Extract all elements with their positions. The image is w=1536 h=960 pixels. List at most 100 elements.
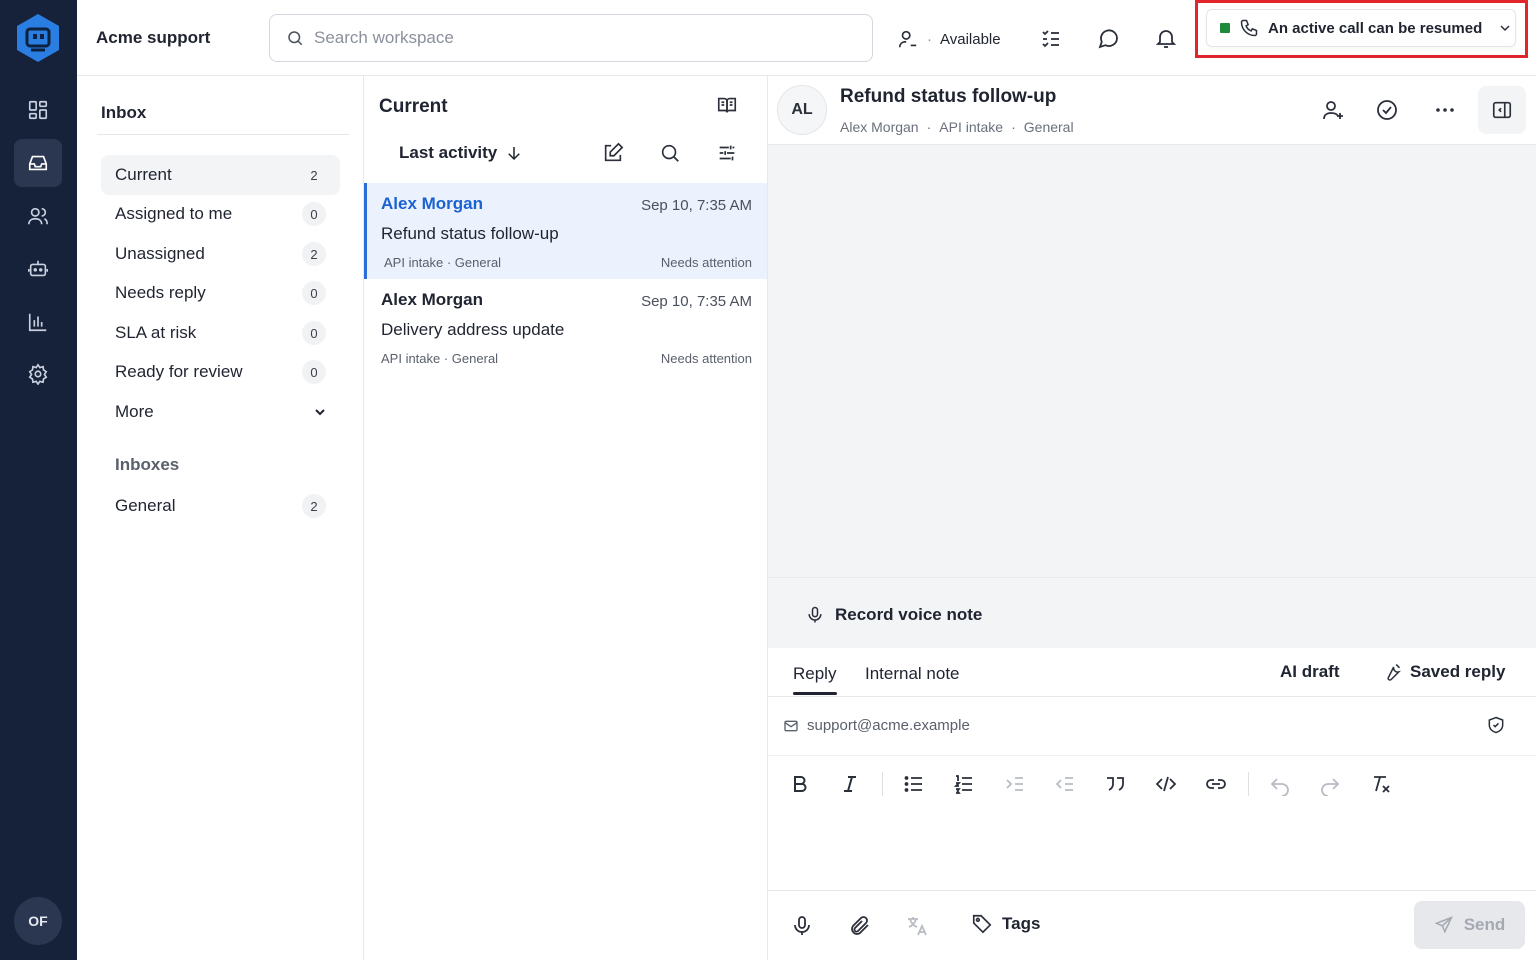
conversation-item[interactable]: Alex Morgan Sep 10, 7:35 AM Refund statu… xyxy=(364,183,767,279)
chevron-down-icon xyxy=(312,404,328,420)
phone-icon xyxy=(1239,18,1259,38)
tasks-icon[interactable] xyxy=(1039,26,1063,50)
sort-label: Last activity xyxy=(399,143,498,162)
folder-label: Assigned to me xyxy=(115,204,233,223)
from-email: support@acme.example xyxy=(807,717,970,734)
assign-user-icon[interactable] xyxy=(1321,98,1345,122)
sort-button[interactable]: Last activity xyxy=(399,143,523,163)
composer-tabs: Reply Internal note AI draft Saved reply xyxy=(768,648,1536,697)
ai-draft-label: AI draft xyxy=(1280,662,1340,681)
bot-icon[interactable] xyxy=(14,245,62,293)
tab-reply[interactable]: Reply xyxy=(793,664,836,684)
folder-label: Current xyxy=(115,165,172,184)
bold-icon[interactable] xyxy=(788,772,812,796)
more-options-icon[interactable] xyxy=(1433,98,1457,122)
book-icon[interactable] xyxy=(716,94,740,118)
wrench-icon xyxy=(1382,662,1402,682)
voice-note-bar: Record voice note xyxy=(768,578,1536,648)
inboxes-section-heading: Inboxes xyxy=(115,455,180,474)
tags-button[interactable]: Tags xyxy=(971,913,1040,935)
saved-reply-button[interactable]: Saved reply xyxy=(1382,662,1505,682)
contacts-icon[interactable] xyxy=(14,192,62,240)
from-address-row[interactable]: support@acme.example xyxy=(768,697,1536,756)
link-icon[interactable] xyxy=(1204,772,1228,796)
dashboard-icon[interactable] xyxy=(14,86,62,134)
composer-actions: Tags Send xyxy=(768,890,1536,960)
divider xyxy=(97,134,349,135)
folder-current[interactable]: Current 2 xyxy=(101,155,340,195)
conversation-item[interactable]: Alex Morgan Sep 10, 7:35 AM Delivery add… xyxy=(364,279,767,375)
bullet-list-icon[interactable] xyxy=(902,772,926,796)
folder-unassigned[interactable]: Unassigned 2 xyxy=(101,234,340,274)
saved-reply-label: Saved reply xyxy=(1410,662,1506,681)
tab-internal-note[interactable]: Internal note xyxy=(865,664,960,684)
status-badge: Needs attention xyxy=(660,255,752,270)
send-icon xyxy=(1434,915,1454,935)
active-tab-indicator xyxy=(793,692,837,695)
notifications-bell-icon[interactable] xyxy=(1154,26,1178,50)
microphone-icon xyxy=(805,605,825,625)
filter-sliders-icon[interactable] xyxy=(716,142,740,166)
inbox-count: 2 xyxy=(302,494,326,518)
attachment-icon[interactable] xyxy=(848,914,872,938)
search-box[interactable] xyxy=(269,14,873,62)
app-rail: OF xyxy=(0,0,77,960)
folder-count: 2 xyxy=(310,167,318,183)
inbox-sidebar: Inbox Current 2 Assigned to me 0 Unassig… xyxy=(77,76,364,960)
from-address: support@acme.example xyxy=(783,717,970,734)
send-button[interactable]: Send xyxy=(1414,901,1525,949)
folder-label: Needs reply xyxy=(115,283,206,302)
folder-more[interactable]: More xyxy=(101,392,340,432)
shield-check-icon[interactable] xyxy=(1486,715,1506,735)
folder-ready-for-review[interactable]: Ready for review 0 xyxy=(101,352,340,392)
numbered-list-icon[interactable] xyxy=(952,772,976,796)
contact-avatar[interactable]: AL xyxy=(777,85,827,135)
message-area xyxy=(768,145,1536,578)
settings-icon[interactable] xyxy=(14,350,62,398)
quote-icon[interactable] xyxy=(1103,772,1127,796)
app-logo-icon[interactable] xyxy=(14,12,62,64)
microphone-icon[interactable] xyxy=(790,914,814,938)
conversation-subject: Delivery address update xyxy=(381,320,565,339)
folder-assigned-to-me[interactable]: Assigned to me 0 xyxy=(101,194,340,234)
outdent-icon[interactable] xyxy=(1053,772,1077,796)
italic-icon[interactable] xyxy=(838,772,862,796)
sidebar-toggle-icon[interactable] xyxy=(1478,86,1526,134)
folder-sla-at-risk[interactable]: SLA at risk 0 xyxy=(101,313,340,353)
conversation-header: AL Refund status follow-up Alex Morgan ·… xyxy=(768,76,1536,145)
folder-label: SLA at risk xyxy=(115,323,197,342)
call-banner-label: An active call can be resumed xyxy=(1268,19,1483,37)
inbox-general[interactable]: General 2 xyxy=(101,486,340,526)
conversation-list: Current Last activity Alex Morgan Sep 10… xyxy=(364,76,768,960)
reports-icon[interactable] xyxy=(14,298,62,346)
toolbar-divider xyxy=(882,772,883,796)
translate-icon[interactable] xyxy=(905,914,929,938)
chat-icon[interactable] xyxy=(1096,26,1120,50)
search-icon[interactable] xyxy=(659,142,683,166)
redo-icon[interactable] xyxy=(1318,772,1342,796)
conversation-meta: API intake · General xyxy=(384,255,502,270)
folder-count: 0 xyxy=(302,321,326,345)
indent-icon[interactable] xyxy=(1003,772,1027,796)
tag-icon xyxy=(971,913,993,935)
chevron-down-icon xyxy=(1497,20,1513,36)
undo-icon[interactable] xyxy=(1268,772,1292,796)
contact-name[interactable]: Alex Morgan xyxy=(840,119,919,135)
folder-count: 0 xyxy=(302,202,326,226)
folder-label: More xyxy=(115,402,154,421)
inbox-icon[interactable] xyxy=(14,139,62,187)
source-label: API intake xyxy=(939,119,1004,135)
user-avatar[interactable]: OF xyxy=(14,897,62,945)
compose-icon[interactable] xyxy=(602,142,626,166)
ai-draft-button[interactable]: AI draft xyxy=(1280,662,1340,682)
folder-needs-reply[interactable]: Needs reply 0 xyxy=(101,273,340,313)
search-input[interactable] xyxy=(314,28,854,48)
workspace-name: Acme support xyxy=(96,28,211,47)
availability-toggle[interactable]: · Available xyxy=(897,26,1001,52)
record-voice-note-button[interactable]: Record voice note xyxy=(805,605,982,625)
code-icon[interactable] xyxy=(1154,772,1178,796)
active-call-banner[interactable]: An active call can be resumed xyxy=(1206,9,1516,47)
clear-formatting-icon[interactable] xyxy=(1369,772,1393,796)
conversation-meta: API intake · General xyxy=(381,351,499,366)
resolve-check-icon[interactable] xyxy=(1375,98,1399,122)
